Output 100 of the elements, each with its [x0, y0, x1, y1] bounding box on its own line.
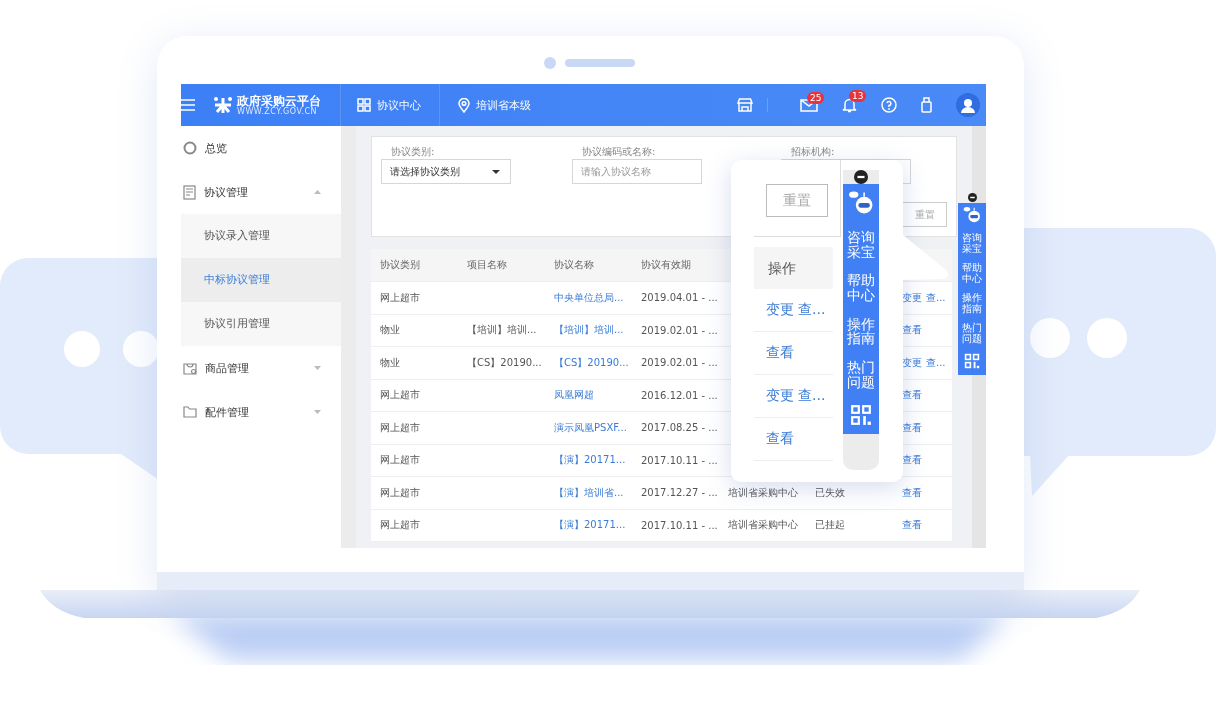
qr-code-icon[interactable] [964, 353, 980, 369]
field-label: 协议编码或名称: [581, 145, 657, 159]
table-cell: 物业 [380, 356, 400, 368]
action-link[interactable]: 变更 [766, 387, 794, 405]
table-cell: 网上超市 [380, 389, 420, 401]
table-cell: 培训省采购中心 [728, 486, 798, 498]
toolbar-item[interactable]: 热门问题 [962, 323, 982, 344]
table-cell: 培训省采购中心 [728, 519, 798, 531]
toolbar-item[interactable]: 热门问题 [847, 360, 875, 390]
bag-icon [183, 361, 197, 375]
count-badge: 13 [849, 90, 867, 102]
table-cell: 网上超市 [380, 291, 420, 303]
robot-icon[interactable] [848, 190, 874, 216]
table-cell: 2019.04.01 - ... [641, 292, 718, 304]
document-icon [183, 184, 196, 200]
toolbar-item[interactable]: 帮助中心 [847, 273, 875, 303]
table-cell: 物业 [380, 324, 400, 336]
table-cell: 网上超市 [380, 421, 420, 433]
agreement-link[interactable]: 【CS】20190... [554, 356, 629, 368]
table-cell: 2017.10.11 - ... [641, 519, 718, 531]
sidebar-item[interactable]: 协议管理 [181, 170, 341, 214]
field-label: 招标机构: [790, 145, 836, 159]
dropdown-arrow-icon[interactable] [492, 169, 500, 174]
action-link[interactable]: 变更 [902, 356, 922, 368]
folder-icon [183, 406, 197, 418]
action-link[interactable]: 查看 [766, 430, 794, 448]
toolbar-item[interactable]: 咨询采宝 [847, 230, 875, 260]
platform-url: WWW.ZCY.GOV.CN [237, 108, 317, 116]
table-cell: 【CS】20190... [467, 356, 542, 368]
agreement-link[interactable]: 中央单位总局... [554, 291, 624, 303]
toolbar-item[interactable]: 操作指南 [847, 316, 875, 347]
ring-icon [183, 141, 197, 155]
bell-icon[interactable] [842, 97, 857, 113]
toolbar-item[interactable]: 操作指南 [962, 293, 982, 314]
reset-button[interactable]: 重置 [766, 184, 828, 217]
agreement-link[interactable]: 凤凰网超 [554, 389, 594, 401]
sidebar-item[interactable]: 总览 [181, 126, 341, 170]
select-field[interactable]: 请选择协议类别 [381, 159, 511, 184]
store-icon[interactable] [737, 98, 753, 112]
table-cell: 已挂起 [815, 519, 845, 531]
action-link[interactable]: 查... [798, 387, 826, 405]
table-cell: 2017.10.11 - ... [641, 454, 718, 466]
logo-icon [213, 96, 233, 114]
column-header: 项目名称 [466, 258, 508, 272]
caret-down-icon[interactable] [314, 410, 321, 414]
table-cell: 已失效 [815, 486, 845, 498]
collapse-icon[interactable] [967, 193, 977, 202]
caret-down-icon[interactable] [314, 366, 321, 370]
action-link[interactable]: 查看 [902, 389, 922, 401]
agreement-link[interactable]: 【演】20171... [554, 454, 626, 466]
table-cell: 网上超市 [380, 454, 420, 466]
agreement-link[interactable]: 【演】20171... [554, 519, 626, 531]
action-link[interactable]: 查看 [902, 519, 922, 531]
toolbar-item[interactable]: 咨询采宝 [962, 233, 982, 254]
sidebar-subitem[interactable]: 协议录入管理 [181, 214, 341, 258]
column-header: 操作 [754, 247, 833, 289]
column-header: 协议类别 [379, 258, 421, 272]
grid-icon [357, 98, 371, 112]
collapse-icon[interactable] [854, 170, 868, 184]
table-cell: 网上超市 [380, 486, 420, 498]
input-field[interactable]: 请输入协议名称 [572, 159, 702, 184]
reset-button[interactable]: 重置 [902, 202, 947, 227]
column-header: 协议名称 [553, 258, 595, 272]
nav-item[interactable]: 协议中心 [341, 84, 440, 126]
action-link[interactable]: 查看 [766, 344, 794, 362]
agreement-link[interactable]: 【演】培训省... [554, 486, 624, 498]
action-link[interactable]: 查... [926, 356, 946, 368]
action-link[interactable]: 查看 [902, 486, 922, 498]
table-cell: 2016.12.01 - ... [641, 389, 718, 401]
action-link[interactable]: 变更 [902, 291, 922, 303]
action-link[interactable]: 查... [926, 291, 946, 303]
platform-title: 政府采购云平台 [237, 94, 321, 108]
menu-icon[interactable] [181, 99, 195, 111]
table-cell: 2019.02.01 - ... [641, 324, 718, 336]
table-cell: 2017.12.27 - ... [641, 487, 718, 499]
caret-up-icon[interactable] [314, 190, 321, 194]
help-icon[interactable] [881, 97, 897, 113]
location-pin-icon [458, 97, 470, 113]
action-link[interactable]: 查看 [902, 454, 922, 466]
sidebar-item[interactable]: 配件管理 [181, 390, 341, 434]
action-link[interactable]: 变更 [766, 301, 794, 319]
nav-item[interactable]: 培训省本级 [440, 84, 549, 126]
column-header: 协议有效期 [640, 258, 692, 272]
toolbar-item[interactable]: 帮助中心 [962, 263, 982, 284]
avatar-icon[interactable] [956, 93, 980, 117]
action-link[interactable]: 查... [798, 301, 826, 319]
agreement-link[interactable]: 演示凤凰PSXF... [554, 421, 627, 433]
count-badge: 25 [807, 91, 825, 104]
qr-code-icon[interactable] [850, 403, 872, 426]
usb-key-icon[interactable] [921, 97, 932, 113]
table-cell: 【培训】培训... [467, 324, 537, 336]
agreement-link[interactable]: 【培训】培训... [554, 324, 624, 336]
sidebar-subitem[interactable]: 协议引用管理 [181, 302, 341, 346]
field-label: 协议类别: [390, 145, 436, 159]
sidebar-subitem[interactable]: 中标协议管理 [181, 258, 341, 302]
action-link[interactable]: 查看 [902, 421, 922, 433]
sidebar-item[interactable]: 商品管理 [181, 346, 341, 390]
table-cell: 2019.02.01 - ... [641, 357, 718, 369]
action-link[interactable]: 查看 [902, 324, 922, 336]
robot-icon[interactable] [963, 206, 981, 224]
